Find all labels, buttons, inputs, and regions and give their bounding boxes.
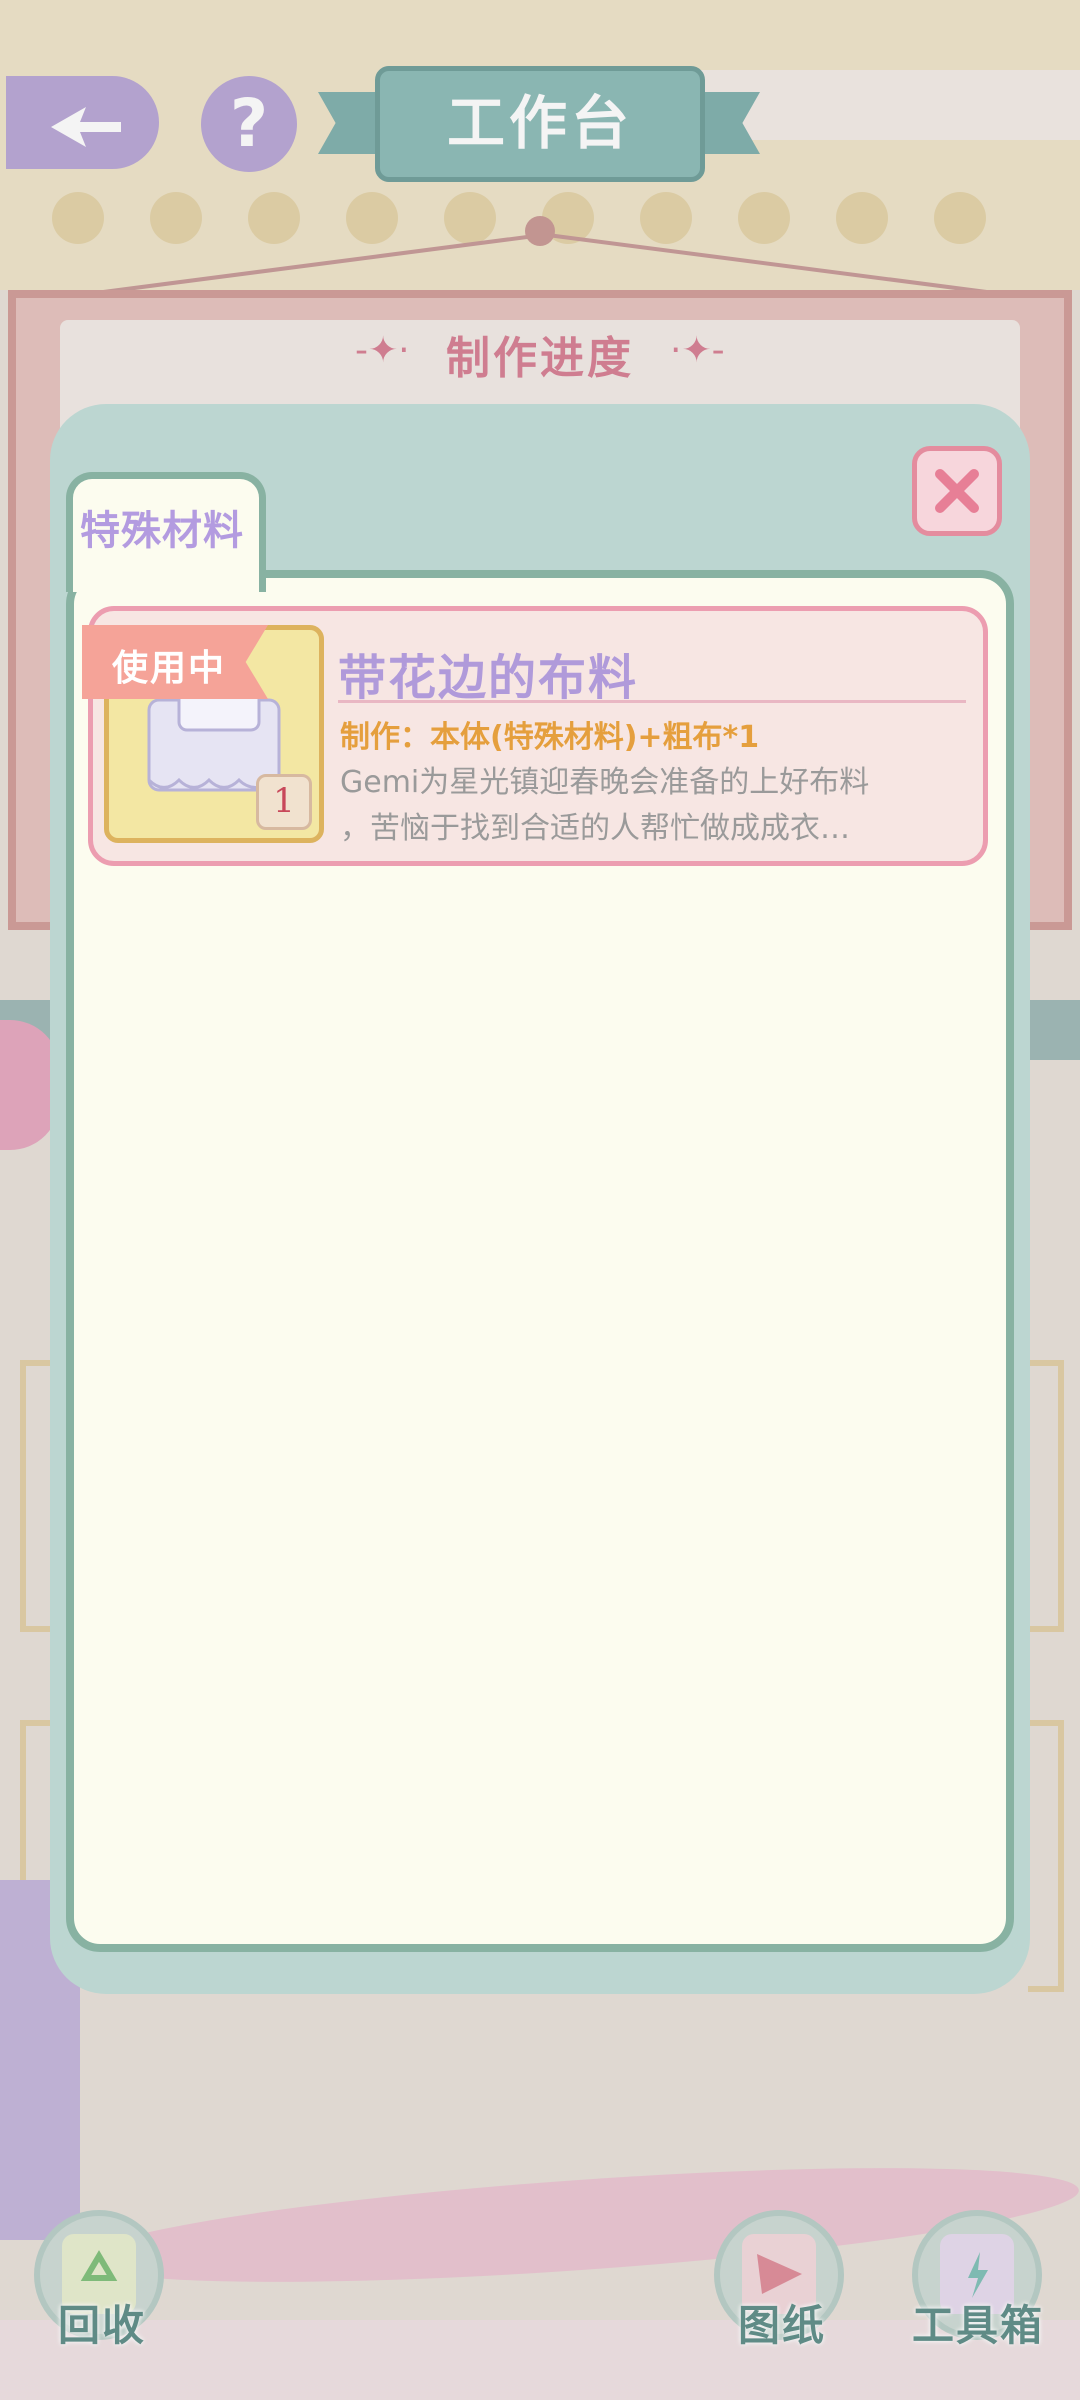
close-icon bbox=[935, 469, 979, 513]
tab-label: 特殊材料 bbox=[80, 508, 244, 554]
divider bbox=[338, 700, 966, 703]
close-button[interactable] bbox=[912, 446, 1002, 536]
in-use-label: 使用中 bbox=[112, 648, 227, 689]
description-line: Gemi为星光镇迎春晚会准备的上好布料 bbox=[340, 765, 870, 800]
item-description: Gemi为星光镇迎春晚会准备的上好布料 ，苦恼于找到合适的人帮忙做成成衣… bbox=[340, 760, 968, 852]
quantity-badge: 1 bbox=[256, 774, 312, 830]
tab-joiner bbox=[73, 560, 259, 584]
description-line: ，苦恼于找到合适的人帮忙做成成衣… bbox=[340, 811, 850, 846]
item-recipe: 制作：本体(特殊材料)+粗布*1 bbox=[340, 720, 760, 755]
item-name: 带花边的布料 bbox=[338, 650, 639, 706]
